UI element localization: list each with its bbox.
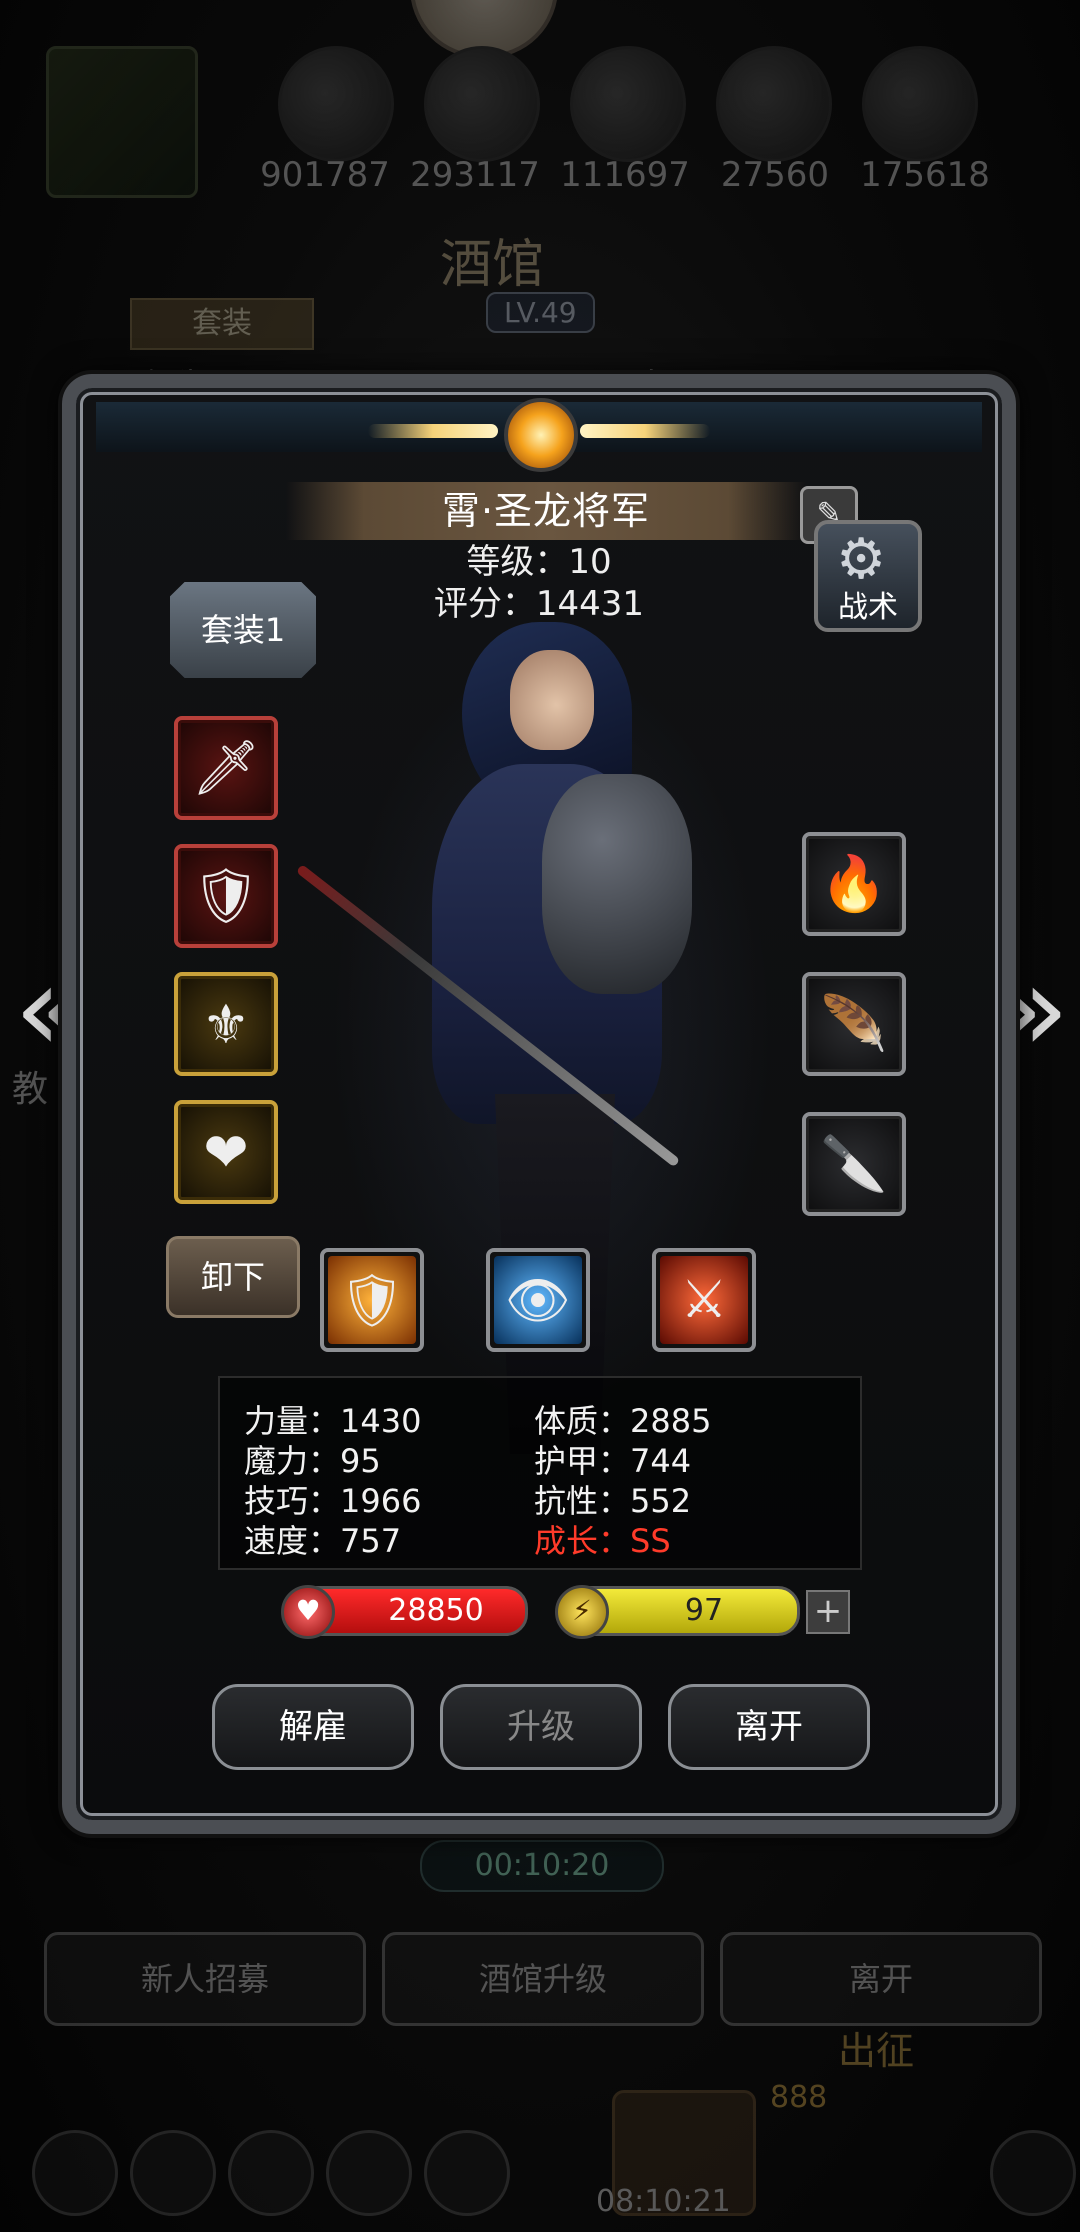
armor-icon: 🛡 — [191, 864, 261, 927]
stat-growth: 成长：SS — [534, 1522, 671, 1560]
fire-orb-icon: 🔥 — [820, 852, 888, 915]
dock-icon[interactable] — [424, 2130, 510, 2216]
skill-slot-3[interactable]: ⚔ — [652, 1248, 756, 1352]
accessory-slot-3[interactable]: 🔪 — [802, 1112, 906, 1216]
coin-count: 888 — [770, 2080, 828, 2115]
resource-value: 901787 — [260, 155, 390, 195]
bracer-slot[interactable]: ⚜ — [174, 972, 278, 1076]
lightning-icon: ⚡ — [555, 1585, 609, 1639]
unequip-button[interactable]: 卸下 — [166, 1236, 300, 1318]
dock-icon[interactable] — [990, 2130, 1076, 2216]
gear-icon: ⚙ — [836, 527, 887, 592]
heart-icon: ♥ — [281, 1585, 335, 1639]
gauntlet-icon: ⚜ — [201, 992, 251, 1056]
resource-icon-4 — [716, 46, 832, 162]
hero-name: 霄·圣龙将军 — [286, 482, 806, 540]
add-energy-button[interactable]: + — [806, 1590, 850, 1634]
eye-skill-icon: 👁 — [494, 1256, 582, 1344]
recruit-button[interactable]: 新人招募 — [44, 1932, 366, 2026]
recruit-timer: 00:10:20 — [420, 1840, 664, 1892]
sortie-label[interactable]: 出征 — [838, 2020, 914, 2075]
resource-icon-3 — [570, 46, 686, 162]
tactics-label: 战术 — [838, 590, 898, 625]
accessory-slot-2[interactable]: 🪶 — [802, 972, 906, 1076]
dock-icon[interactable] — [228, 2130, 314, 2216]
accessory-slot-1[interactable]: 🔥 — [802, 832, 906, 936]
tab-set[interactable]: 套装 — [130, 298, 314, 350]
stats-panel: 力量：1430 魔力：95 技巧：1966 速度：757 体质：2885 护甲：… — [218, 1376, 862, 1570]
shield-skill-icon: 🛡 — [328, 1256, 416, 1344]
dock-icon[interactable] — [32, 2130, 118, 2216]
resource-value: 293117 — [410, 155, 540, 195]
slash-skill-icon: ⚔ — [660, 1256, 748, 1344]
skill-slot-1[interactable]: 🛡 — [320, 1248, 424, 1352]
gift-timer: 08:10:21 — [596, 2184, 731, 2219]
dismiss-button[interactable]: 解雇 — [212, 1684, 414, 1770]
equipment-set-button[interactable]: 套装1 — [170, 582, 316, 678]
hp-bar: ♥ 28850 — [281, 1585, 528, 1639]
winged-emblem-icon — [368, 384, 710, 476]
tavern-upgrade-button[interactable]: 酒馆升级 — [382, 1932, 704, 2026]
stat-speed: 速度：757 — [244, 1522, 402, 1560]
tactics-button[interactable]: ⚙ 战术 — [814, 520, 922, 632]
dock-icon[interactable] — [326, 2130, 412, 2216]
hero-detail-dialog: 霄·圣龙将军 ✎ 等级：10 评分：14431 套装1 ⚙ 战术 🗡 🛡 ⚜ ❤… — [62, 374, 1016, 1834]
tavern-title: 酒馆 — [440, 235, 545, 295]
dagger-icon: 🔪 — [820, 1132, 888, 1195]
dock-icon[interactable] — [130, 2130, 216, 2216]
resource-icon-1 — [278, 46, 394, 162]
resource-value: 175618 — [860, 155, 990, 195]
game-screen: 901787 293117 111697 27560 175618 酒馆 LV.… — [0, 0, 1080, 2232]
energy-value: 97 — [684, 1593, 724, 1628]
resource-icon-2 — [424, 46, 540, 162]
amulet-slot[interactable]: ❤ — [174, 1100, 278, 1204]
sword-icon: 🗡 — [191, 736, 261, 799]
amulet-icon: ❤ — [203, 1120, 249, 1184]
resource-value: 111697 — [560, 155, 690, 195]
weapon-slot[interactable]: 🗡 — [174, 716, 278, 820]
skill-slot-2[interactable]: 👁 — [486, 1248, 590, 1352]
resource-icon-5 — [862, 46, 978, 162]
energy-bar: ⚡ 97 — [555, 1585, 800, 1639]
feather-icon: 🪶 — [820, 992, 888, 1055]
tavern-level-badge: LV.49 — [486, 292, 595, 333]
resource-value: 27560 — [720, 155, 830, 195]
upgrade-button[interactable]: 升级 — [440, 1684, 642, 1770]
tavern-leave-button[interactable]: 离开 — [720, 1932, 1042, 2026]
hp-value: 28850 — [388, 1593, 484, 1628]
leave-button[interactable]: 离开 — [668, 1684, 870, 1770]
hero-portrait-thumb[interactable] — [46, 46, 198, 198]
armor-slot[interactable]: 🛡 — [174, 844, 278, 948]
